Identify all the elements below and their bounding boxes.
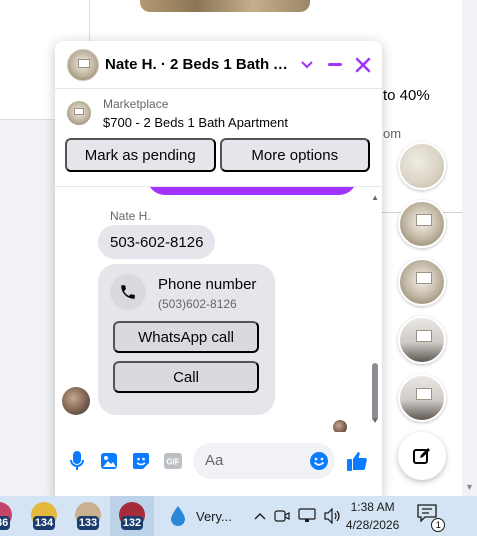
scroll-down-arrow-icon[interactable]: ▼ <box>465 482 474 492</box>
chat-head[interactable] <box>398 374 446 422</box>
taskbar-app[interactable]: 36 <box>0 496 22 536</box>
volume-icon[interactable] <box>324 508 342 524</box>
marketplace-label: Marketplace <box>103 97 169 111</box>
chat-title[interactable]: Nate H. · 2 Beds 1 Bath Ap... <box>105 56 296 73</box>
gif-icon[interactable]: GIF <box>159 447 187 475</box>
avatar[interactable] <box>67 48 99 81</box>
network-icon[interactable] <box>298 508 316 524</box>
microphone-icon[interactable] <box>63 447 91 475</box>
message-composer: GIF <box>55 432 382 501</box>
taskbar-app-active[interactable]: 132 <box>110 496 154 536</box>
like-icon[interactable] <box>343 447 371 475</box>
close-button[interactable] <box>352 54 374 76</box>
taskbar-badge: 133 <box>76 516 100 530</box>
weather-widget[interactable]: Very... <box>170 505 232 527</box>
notification-count: 1 <box>431 518 446 532</box>
water-drop-icon <box>171 506 185 526</box>
taskbar: 36 134 133 132 Very... 1:38 AM 4/28/2026… <box>0 496 477 536</box>
message-input-wrapper[interactable] <box>193 442 335 479</box>
scrollbar-thumb[interactable] <box>372 363 378 421</box>
taskbar-app[interactable]: 134 <box>22 496 66 536</box>
minimize-button[interactable] <box>324 54 346 76</box>
compose-icon <box>413 448 430 464</box>
chat-heads <box>398 142 446 432</box>
taskbar-app[interactable]: 133 <box>66 496 110 536</box>
image-icon[interactable] <box>95 447 123 475</box>
notification-button[interactable]: 1 <box>417 504 446 532</box>
emoji-icon[interactable] <box>309 451 329 476</box>
minus-icon <box>328 62 342 66</box>
received-message-bubble[interactable]: 503-602-8126 <box>98 225 216 259</box>
sender-avatar[interactable] <box>62 387 90 415</box>
listing-thumbnail[interactable] <box>67 101 91 125</box>
mark-as-pending-button[interactable]: Mark as pending <box>65 138 216 172</box>
taskbar-badge: 36 <box>0 516 11 530</box>
page-scrollbar[interactable]: ▼ <box>462 0 477 496</box>
call-button[interactable]: Call <box>113 361 259 393</box>
message-list[interactable]: ▲ ▼ Nate H. 503-602-8126 Phone number (5… <box>55 187 382 432</box>
sticker-icon[interactable] <box>127 447 155 475</box>
taskbar-badge: 134 <box>32 516 56 530</box>
card-title: Phone number <box>158 276 257 293</box>
message-scrollbar[interactable]: ▲ ▼ <box>371 191 379 427</box>
chevron-down-icon[interactable] <box>296 54 318 76</box>
scroll-down-arrow-icon[interactable]: ▼ <box>371 416 379 425</box>
marketplace-banner: Marketplace $700 - 2 Beds 1 Bath Apartme… <box>55 89 382 187</box>
read-receipt-avatar <box>333 420 347 432</box>
clock-time: 1:38 AM <box>350 500 395 514</box>
sender-name: Nate H. <box>110 209 151 223</box>
sent-message-bubble <box>147 187 357 195</box>
chat-head[interactable] <box>398 200 446 248</box>
background-text-sub: om <box>383 126 402 141</box>
clock-date: 4/28/2026 <box>345 518 400 532</box>
listing-title[interactable]: $700 - 2 Beds 1 Bath Apartment <box>103 115 288 130</box>
background-listing-photo[interactable] <box>140 0 310 12</box>
chat-header[interactable]: Nate H. · 2 Beds 1 Bath Ap... <box>55 41 382 89</box>
scroll-up-arrow-icon[interactable]: ▲ <box>371 193 379 202</box>
more-options-button[interactable]: More options <box>219 138 370 172</box>
camera-icon[interactable] <box>274 508 290 524</box>
taskbar-badge: 132 <box>120 516 144 530</box>
chevron-up-icon[interactable] <box>254 512 266 520</box>
chat-head[interactable] <box>398 258 446 306</box>
chat-head[interactable] <box>398 142 446 190</box>
close-icon <box>355 57 371 72</box>
card-phone-number: (503)602-8126 <box>158 297 237 311</box>
phone-icon <box>110 274 146 310</box>
whatsapp-call-button[interactable]: WhatsApp call <box>113 321 259 353</box>
system-tray <box>254 508 342 524</box>
gif-label: GIF <box>166 457 179 466</box>
clock[interactable]: 1:38 AM 4/28/2026 <box>346 498 399 534</box>
phone-number-card: Phone number (503)602-8126 WhatsApp call… <box>98 264 275 415</box>
new-message-button[interactable] <box>398 432 446 480</box>
chat-window: Nate H. · 2 Beds 1 Bath Ap... Marketplac… <box>55 41 382 501</box>
background-text-discount: to 40% <box>383 87 430 104</box>
chat-head[interactable] <box>398 316 446 364</box>
weather-text: Very... <box>196 508 232 524</box>
message-input[interactable] <box>193 442 297 479</box>
